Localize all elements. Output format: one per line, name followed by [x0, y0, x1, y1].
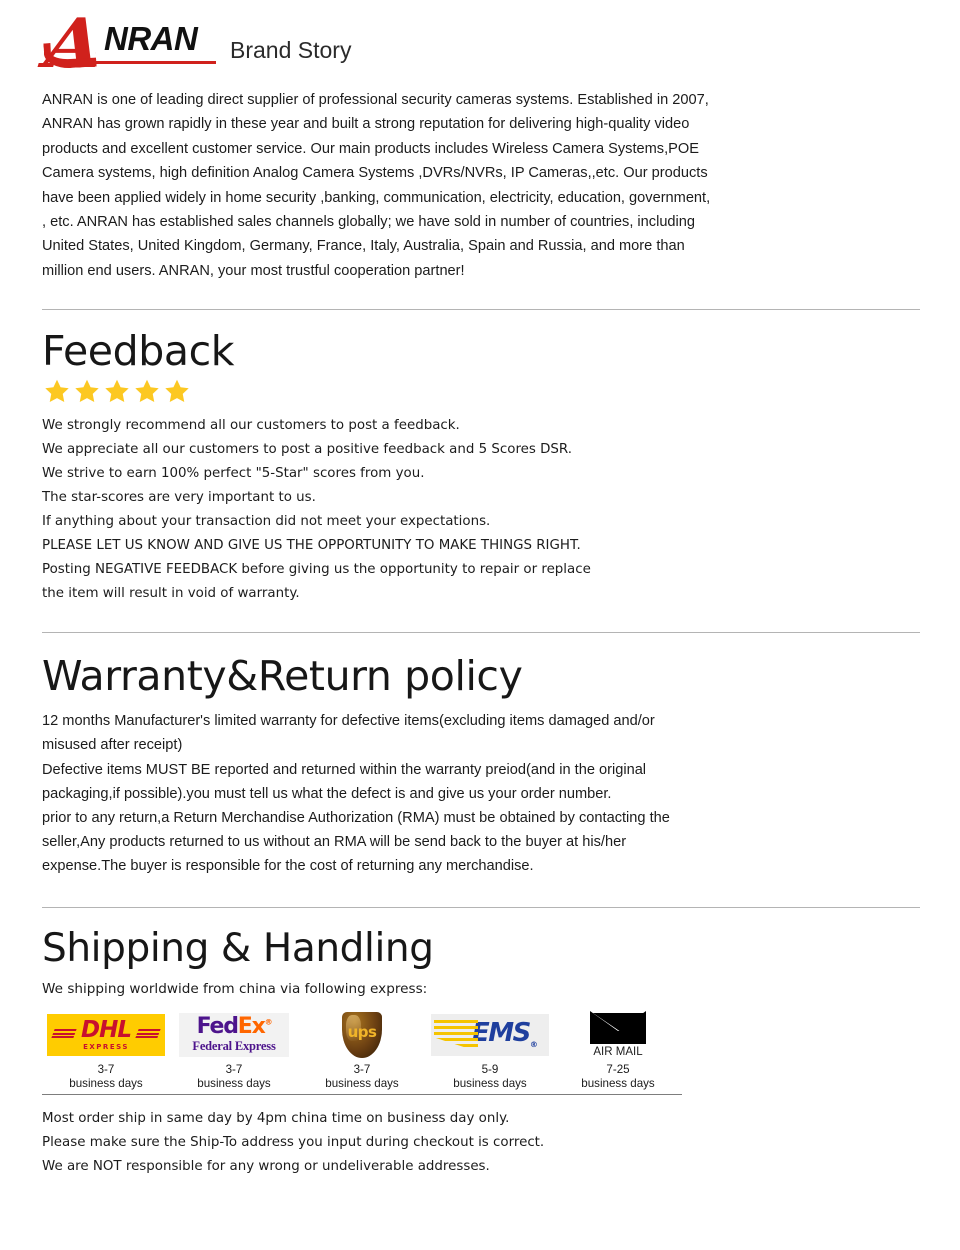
dhl-stripe-left-icon [51, 1028, 77, 1038]
star-icon [105, 379, 129, 403]
fedex-delivery-time: 3-7 business days [197, 1058, 270, 1092]
fedex-subtext: Federal Express [192, 1038, 276, 1053]
ems-days-unit: business days [453, 1077, 527, 1091]
star-icon [165, 379, 189, 403]
fedex-badge: FedEx® Federal Express [179, 1012, 289, 1057]
feedback-line: the item will result in void of warranty… [42, 586, 300, 602]
brand-header: A NRAN Brand Story [41, 0, 918, 84]
dhl-badge: DHL EXPRESS [47, 1013, 165, 1056]
dhl-delivery-time: 3-7 business days [69, 1058, 142, 1092]
ems-word-text: EMS [472, 1018, 531, 1049]
section-divider [42, 632, 920, 634]
dhl-wordmark: DHL [81, 1016, 132, 1043]
fedex-days-range: 3-7 [225, 1062, 243, 1076]
feedback-text: We strongly recommend all our customers … [42, 414, 918, 606]
feedback-line: PLEASE LET US KNOW AND GIVE US THE OPPOR… [42, 538, 581, 554]
shipping-note: We are NOT responsible for any wrong or … [42, 1158, 490, 1174]
fedex-word-fed: Fed [196, 1013, 239, 1039]
feedback-line: The star-scores are very important to us… [42, 490, 316, 506]
shipping-notes: Most order ship in same day by 4pm china… [42, 1107, 918, 1179]
shipping-intro: We shipping worldwide from china via fol… [42, 980, 428, 997]
airmail-badge: AIR MAIL [590, 1011, 646, 1058]
ems-wordmark: EMS® [472, 1018, 538, 1050]
warranty-text: 12 months Manufacturer's limited warrant… [42, 709, 802, 878]
ems-logo-icon: EMS® [431, 1012, 549, 1058]
dhl-days-unit: business days [69, 1077, 143, 1091]
carrier-fedex: FedEx® Federal Express 3-7 business days [170, 1012, 298, 1092]
logo-wordmark: NRAN [104, 20, 198, 57]
section-divider [42, 906, 920, 908]
warranty-line: prior to any return,a Return Merchandise… [42, 810, 670, 827]
story-line: , etc. ANRAN has established sales chann… [42, 214, 696, 231]
feedback-line: We strongly recommend all our customers … [42, 418, 460, 434]
fedex-logo-icon: FedEx® Federal Express [179, 1012, 289, 1058]
star-rating [44, 378, 918, 404]
airmail-days-unit: business days [581, 1077, 655, 1091]
story-line: ANRAN is one of leading direct supplier … [42, 92, 709, 108]
brand-story-page: A NRAN Brand Story ANRAN is one of leadi… [0, 0, 960, 1250]
story-line: ANRAN has grown rapidly in these year an… [42, 116, 690, 133]
ems-days-range: 5-9 [481, 1062, 499, 1076]
story-line: million end users. ANRAN, your most trus… [42, 262, 465, 279]
brand-story-text: ANRAN is one of leading direct supplier … [42, 88, 790, 283]
fedex-word-ex: Ex [237, 1013, 266, 1039]
story-line: United States, United Kingdom, Germany, … [42, 238, 685, 255]
warranty-line: seller,Any products returned to us witho… [42, 834, 627, 851]
feedback-heading: Feedback [42, 327, 235, 376]
star-icon [45, 379, 69, 403]
dhl-logo-icon: DHL EXPRESS [47, 1012, 165, 1058]
envelope-icon [590, 1011, 646, 1045]
story-line: have been applied widely in home securit… [42, 189, 711, 206]
carrier-ems: EMS® 5-9 business days [426, 1012, 554, 1092]
ups-logo-icon: ups [342, 1011, 382, 1058]
dhl-stripe-right-icon [135, 1028, 161, 1038]
ups-days-unit: business days [325, 1077, 399, 1091]
airmail-delivery-time: 7-25 business days [581, 1058, 654, 1092]
ups-delivery-time: 3-7 business days [325, 1058, 398, 1092]
carrier-airmail: AIR MAIL 7-25 business days [554, 1011, 682, 1092]
story-line: Camera systems, high definition Analog C… [42, 165, 708, 182]
carrier-list: DHL EXPRESS 3-7 business days FedEx® Fed… [42, 1011, 682, 1095]
page-title: Brand Story [230, 37, 352, 63]
feedback-line: If anything about your transaction did n… [42, 514, 491, 530]
registered-mark-icon: ® [529, 1040, 538, 1050]
dhl-subtext: EXPRESS [83, 1042, 129, 1051]
ups-days-range: 3-7 [353, 1062, 371, 1076]
ems-badge: EMS® [431, 1013, 549, 1056]
ups-shield-icon: ups [342, 1011, 382, 1058]
feedback-line: We strive to earn 100% perfect "5-Star" … [42, 466, 425, 482]
carrier-dhl: DHL EXPRESS 3-7 business days [42, 1012, 170, 1092]
feedback-line: Posting NEGATIVE FEEDBACK before giving … [42, 562, 591, 578]
ems-stripes-icon [434, 1017, 478, 1052]
registered-mark-icon: ® [264, 1017, 273, 1027]
airmail-logo-icon: AIR MAIL [590, 1011, 646, 1058]
warranty-heading: Warranty&Return policy [42, 652, 523, 701]
warranty-line: expense.The buyer is responsible for the… [42, 858, 534, 875]
shipping-note: Most order ship in same day by 4pm china… [42, 1110, 510, 1126]
shipping-heading: Shipping & Handling [42, 925, 434, 971]
warranty-line: 12 months Manufacturer's limited warrant… [42, 713, 655, 730]
anran-logo: A NRAN [41, 4, 218, 84]
warranty-line: packaging,if possible).you must tell us … [42, 785, 612, 802]
fedex-wordmark: FedEx® [196, 1013, 273, 1039]
shipping-note: Please make sure the Ship-To address you… [42, 1134, 545, 1150]
ems-delivery-time: 5-9 business days [453, 1058, 526, 1092]
carrier-ups: ups 3-7 business days [298, 1011, 426, 1092]
logo-underline [86, 61, 216, 64]
star-icon [135, 379, 159, 403]
airmail-label: AIR MAIL [593, 1046, 643, 1059]
fedex-days-unit: business days [197, 1077, 271, 1091]
airmail-days-range: 7-25 [606, 1062, 630, 1076]
warranty-line: Defective items MUST BE reported and ret… [42, 761, 647, 778]
star-icon [75, 379, 99, 403]
feedback-line: We appreciate all our customers to post … [42, 442, 573, 458]
section-divider [42, 309, 920, 311]
ups-wordmark: ups [347, 1022, 377, 1041]
story-line: products and excellent customer service.… [42, 140, 699, 157]
dhl-days-range: 3-7 [97, 1062, 115, 1076]
warranty-line: misused after receipt) [42, 737, 183, 754]
